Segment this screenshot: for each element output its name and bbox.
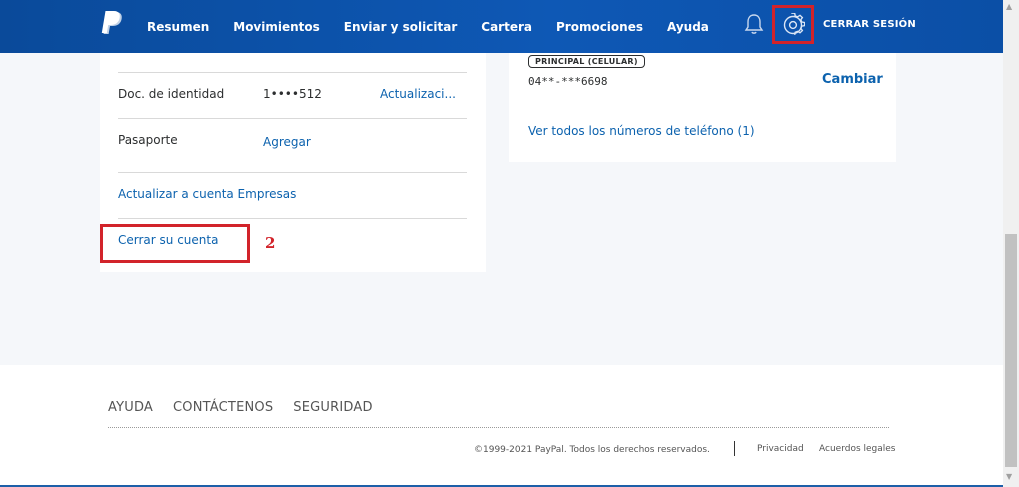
divider xyxy=(118,118,467,119)
update-id-link[interactable]: Actualizaci... xyxy=(380,87,456,101)
nav-movimientos[interactable]: Movimientos xyxy=(233,20,320,34)
main-nav: Resumen Movimientos Enviar y solicitar C… xyxy=(147,0,733,53)
divider xyxy=(118,218,467,219)
footer-divider xyxy=(108,427,889,428)
paypal-logo[interactable] xyxy=(101,11,123,37)
footer xyxy=(0,365,1003,487)
legal-agreements-link[interactable]: Acuerdos legales xyxy=(819,444,896,454)
logout-button[interactable]: CERRAR SESIÓN xyxy=(823,19,916,30)
nav-resumen[interactable]: Resumen xyxy=(147,20,209,34)
close-account-link[interactable]: Cerrar su cuenta xyxy=(118,233,218,247)
footer-link-help[interactable]: AYUDA xyxy=(108,400,153,415)
id-doc-value: 1••••512 xyxy=(263,87,322,101)
scroll-down-arrow-icon[interactable]: ▼ xyxy=(1006,472,1012,481)
nav-cartera[interactable]: Cartera xyxy=(481,20,532,34)
divider xyxy=(118,72,467,73)
privacy-link[interactable]: Privacidad xyxy=(757,444,804,454)
phone-card xyxy=(509,53,896,162)
view-all-phones-link[interactable]: Ver todos los números de teléfono (1) xyxy=(528,124,755,138)
scrollbar-thumb[interactable] xyxy=(1005,234,1017,467)
step-marker-2: 2 xyxy=(265,234,276,252)
nav-ayuda[interactable]: Ayuda xyxy=(667,20,709,34)
bell-icon[interactable] xyxy=(744,13,764,35)
upgrade-business-link[interactable]: Actualizar a cuenta Empresas xyxy=(118,187,296,201)
nav-enviar-solicitar[interactable]: Enviar y solicitar xyxy=(344,20,457,34)
nav-promociones[interactable]: Promociones xyxy=(556,20,643,34)
scroll-up-arrow-icon[interactable]: ▲ xyxy=(1006,2,1012,11)
id-doc-label: Doc. de identidad xyxy=(118,87,225,101)
passport-label: Pasaporte xyxy=(118,133,178,147)
copyright-text: ©1999-2021 PayPal. Todos los derechos re… xyxy=(474,445,710,455)
primary-phone-badge: PRINCIPAL (CELULAR) xyxy=(528,55,645,68)
change-phone-link[interactable]: Cambiar xyxy=(822,72,883,87)
footer-link-contact[interactable]: CONTÁCTENOS xyxy=(173,400,273,415)
divider xyxy=(118,172,467,173)
footer-links: AYUDA CONTÁCTENOS SEGURIDAD xyxy=(108,400,393,415)
add-passport-link[interactable]: Agregar xyxy=(263,135,311,149)
gear-icon[interactable] xyxy=(781,13,805,37)
phone-number: 04**-***6698 xyxy=(528,75,608,88)
footer-separator xyxy=(734,441,735,456)
footer-link-security[interactable]: SEGURIDAD xyxy=(293,400,372,415)
